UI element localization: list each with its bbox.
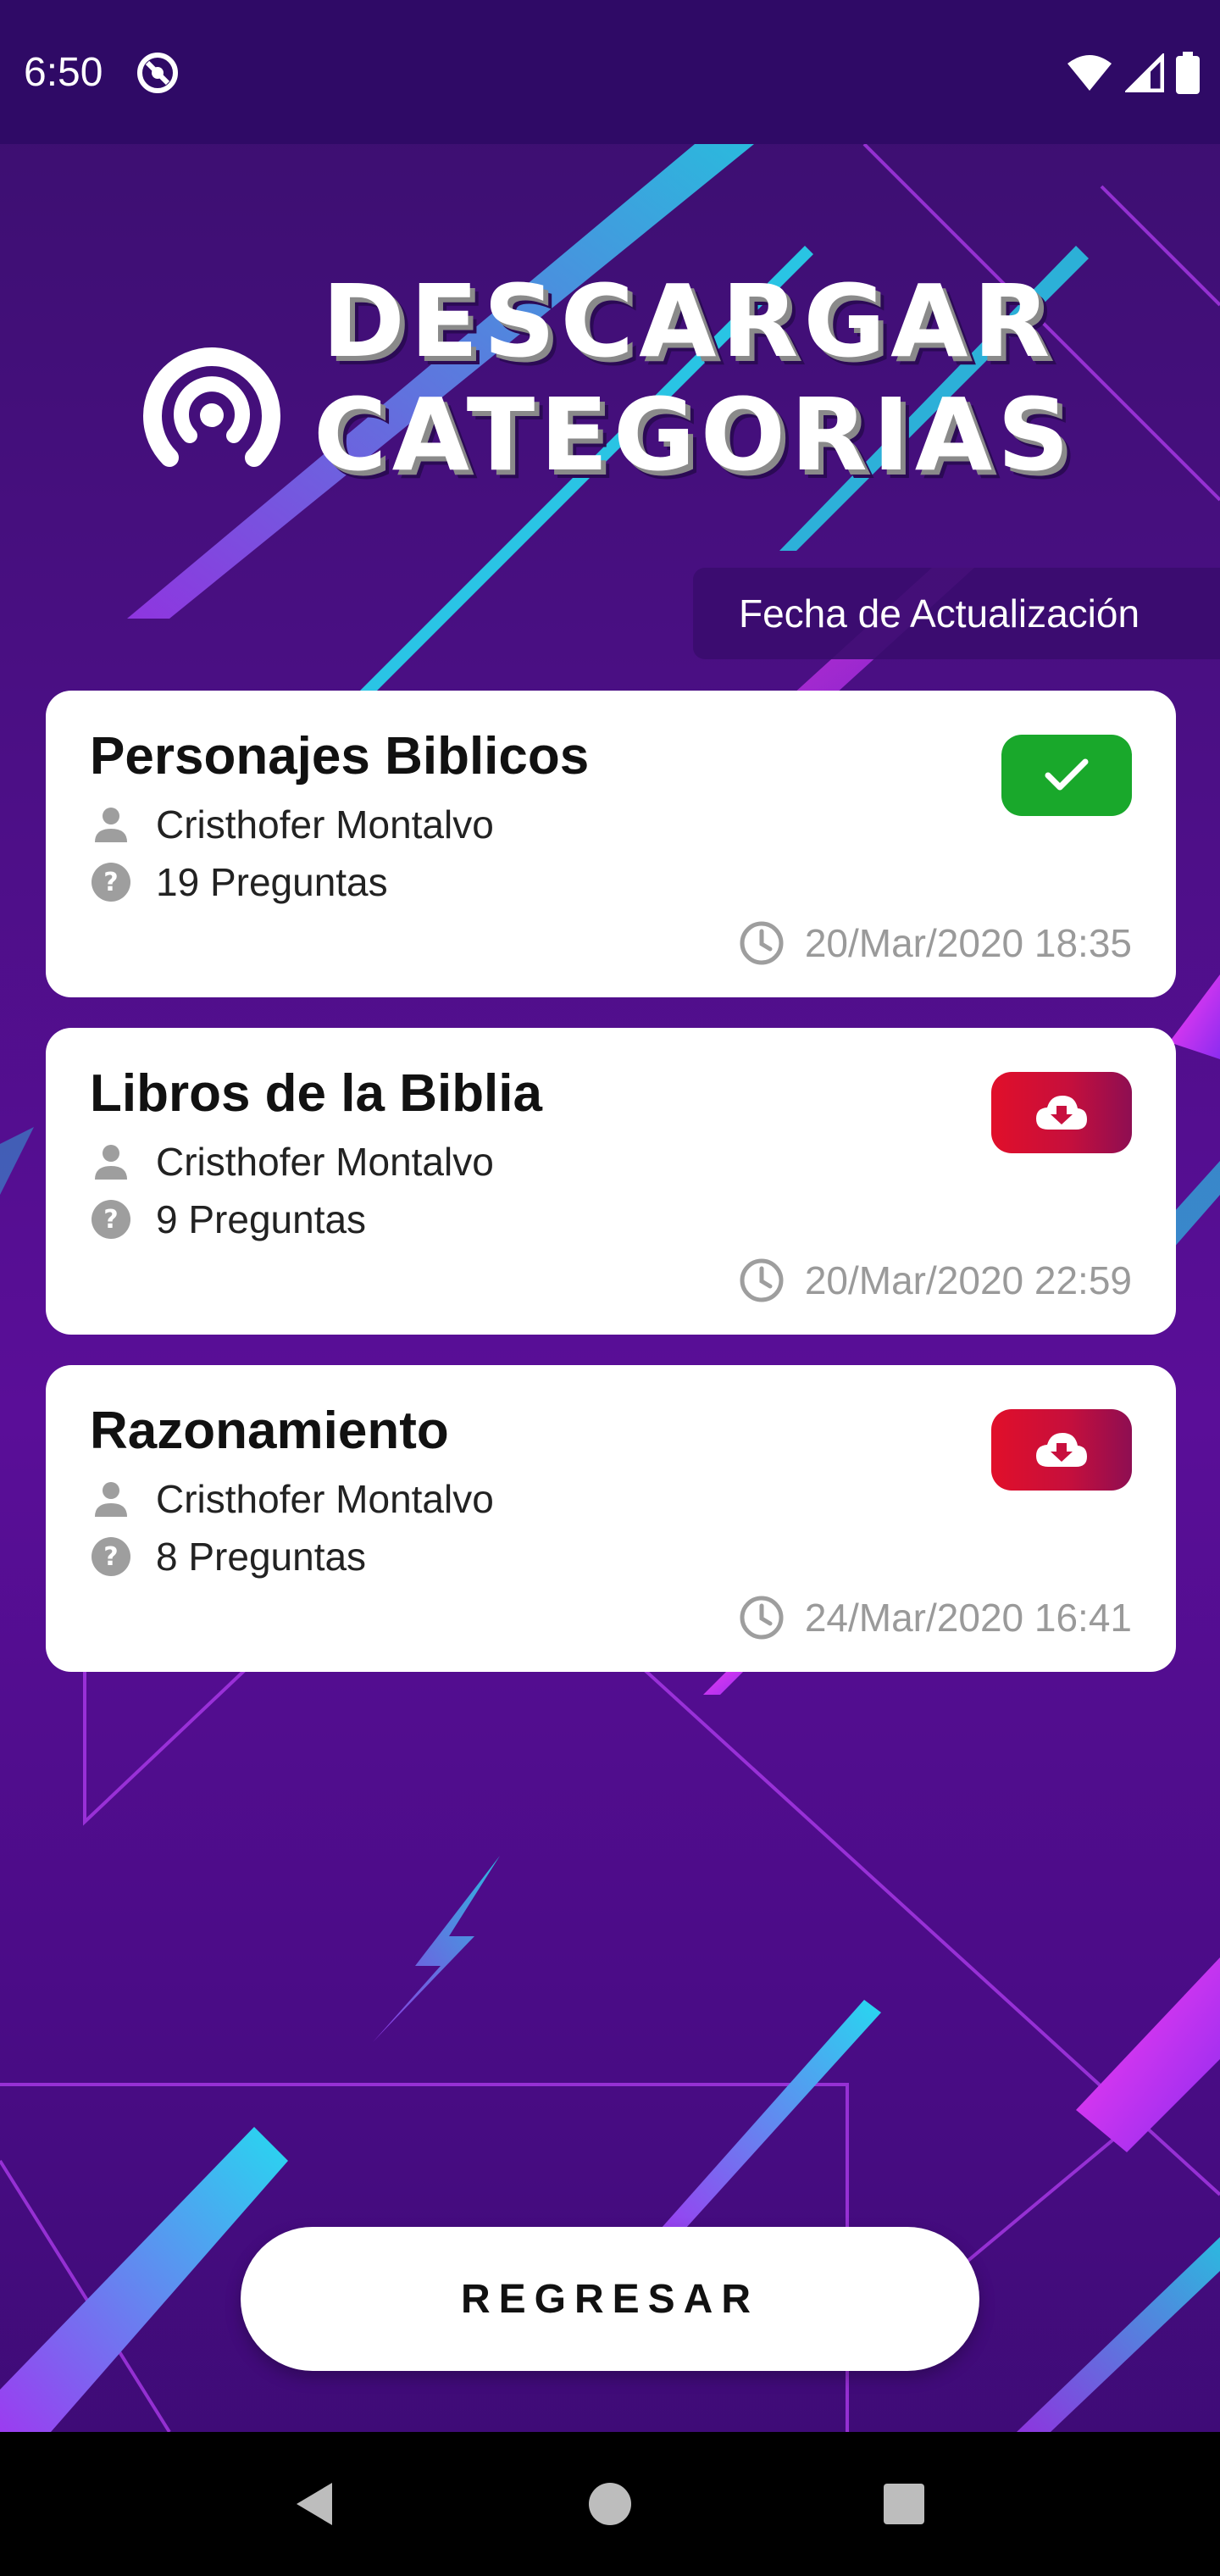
page-title: DESCARGAR CATEGORIAS (313, 271, 1093, 485)
category-title: Personajes Biblicos (90, 727, 590, 786)
status-time: 6:50 (24, 50, 103, 95)
category-questions: ? 19 Preguntas (90, 857, 388, 908)
category-author: Cristhofer Montalvo (90, 1474, 494, 1524)
person-icon (95, 1145, 127, 1180)
author-name: Cristhofer Montalvo (156, 1477, 494, 1521)
title-line-1: DESCARGAR (322, 263, 1056, 380)
category-title: Razonamiento (90, 1402, 449, 1460)
person-icon (95, 808, 127, 842)
category-author: Cristhofer Montalvo (90, 1136, 494, 1187)
back-button-label: REGRESAR (460, 2276, 760, 2322)
category-date: 20/Mar/2020 18:35 (739, 918, 1132, 969)
date-text: 20/Mar/2020 22:59 (804, 1258, 1132, 1302)
download-button[interactable] (991, 1409, 1132, 1491)
author-name: Cristhofer Montalvo (156, 1140, 494, 1184)
nav-back-icon[interactable] (286, 2474, 346, 2534)
svg-text:?: ? (103, 868, 118, 897)
app-notification-icon (137, 53, 178, 93)
question-icon: ? (92, 1200, 130, 1239)
status-bar: 6:50 (0, 0, 1220, 144)
category-card[interactable]: Razonamiento Cristhofer Montalvo ? 8 Pre… (46, 1365, 1176, 1672)
system-nav-bar (0, 2432, 1220, 2576)
title-line-2: CATEGORIAS (313, 376, 1075, 493)
author-name: Cristhofer Montalvo (156, 802, 494, 847)
question-count: 8 Preguntas (156, 1535, 367, 1579)
header: DESCARGAR CATEGORIAS (136, 271, 1101, 508)
signal-icon (1125, 53, 1164, 92)
check-icon (1045, 758, 1089, 791)
category-list: Personajes Biblicos Cristhofer Montalvo … (46, 691, 1176, 1702)
category-questions: ? 8 Preguntas (90, 1531, 366, 1582)
question-icon: ? (92, 1537, 130, 1576)
status-icons (1066, 51, 1200, 95)
question-icon: ? (92, 863, 130, 902)
update-date-label: Fecha de Actualización (739, 591, 1140, 636)
podcast-icon (143, 347, 280, 467)
date-text: 20/Mar/2020 18:35 (804, 921, 1132, 965)
downloaded-button[interactable] (1001, 735, 1132, 816)
screen: 6:50 DESCARGAR CATEGORIAS Fecha de Actua… (0, 0, 1220, 2576)
svg-text:?: ? (103, 1542, 118, 1572)
nav-recents-icon[interactable] (874, 2474, 934, 2534)
clock-icon (740, 921, 784, 965)
question-count: 9 Preguntas (156, 1197, 367, 1241)
date-text: 24/Mar/2020 16:41 (804, 1596, 1132, 1640)
update-date-chip: Fecha de Actualización (693, 568, 1220, 659)
category-date: 20/Mar/2020 22:59 (739, 1255, 1132, 1306)
cloud-download-icon (1036, 1096, 1087, 1130)
category-card[interactable]: Libros de la Biblia Cristhofer Montalvo … (46, 1028, 1176, 1335)
svg-text:?: ? (103, 1205, 118, 1235)
person-icon (95, 1482, 127, 1517)
category-date: 24/Mar/2020 16:41 (739, 1592, 1132, 1643)
category-author: Cristhofer Montalvo (90, 799, 494, 850)
clock-icon (740, 1258, 784, 1302)
clock-icon (740, 1596, 784, 1640)
nav-home-icon[interactable] (580, 2474, 640, 2534)
back-button[interactable]: REGRESAR (241, 2227, 979, 2371)
wifi-icon (1068, 55, 1112, 91)
category-questions: ? 9 Preguntas (90, 1194, 366, 1245)
battery-icon (1176, 52, 1200, 94)
category-card[interactable]: Personajes Biblicos Cristhofer Montalvo … (46, 691, 1176, 997)
cloud-download-icon (1036, 1433, 1087, 1467)
download-button[interactable] (991, 1072, 1132, 1153)
category-title: Libros de la Biblia (90, 1064, 542, 1123)
question-count: 19 Preguntas (156, 860, 388, 904)
